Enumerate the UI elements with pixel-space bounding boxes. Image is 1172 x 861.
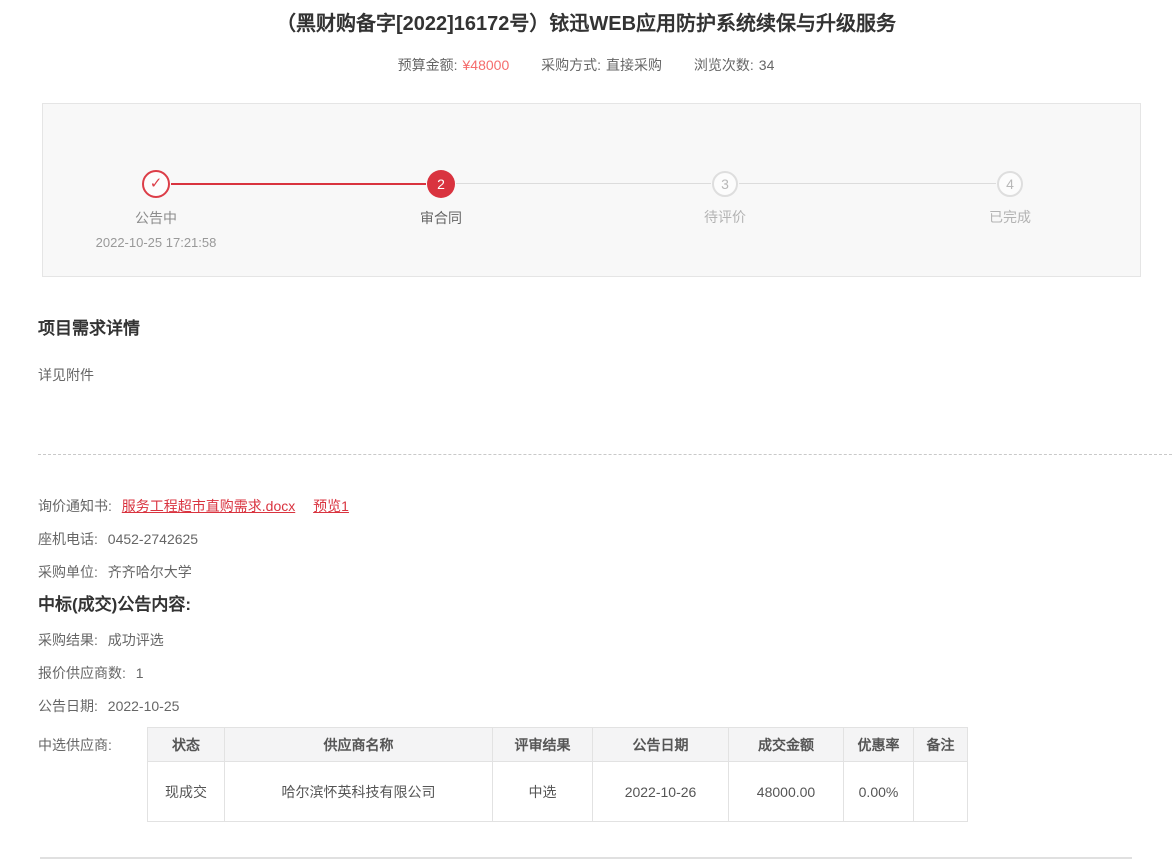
- suppliers-count-value: 1: [136, 665, 144, 681]
- views-value: 34: [759, 57, 775, 73]
- budget-meta: 预算金额: ¥48000: [398, 57, 514, 73]
- views-meta: 浏览次数: 34: [694, 57, 774, 73]
- announce-date-label: 公告日期:: [38, 698, 98, 714]
- table-header-row: 状态 供应商名称 评审结果 公告日期 成交金额 优惠率 备注: [148, 728, 968, 762]
- col-deal-amount: 成交金额: [729, 728, 844, 762]
- buyer-label: 采购单位:: [38, 564, 98, 580]
- step-label: 公告中: [66, 208, 246, 228]
- cell-remarks: [914, 762, 968, 822]
- dashed-divider: [38, 454, 1172, 455]
- step-date: 2022-10-25 17:21:58: [66, 235, 246, 250]
- cell-deal-amount: 48000.00: [729, 762, 844, 822]
- budget-value: ¥48000: [463, 57, 510, 73]
- budget-label: 预算金额:: [398, 57, 458, 73]
- phone-row: 座机电话: 0452-2742625: [38, 529, 1172, 549]
- winner-section: 中选供应商: 状态 供应商名称 评审结果 公告日期 成交金额 优惠率 备注 现成…: [38, 727, 1172, 822]
- views-label: 浏览次数:: [694, 57, 754, 73]
- step-completed: 4 已完成: [920, 170, 1100, 227]
- col-discount-rate: 优惠率: [844, 728, 914, 762]
- step-announced: ✓ 公告中 2022-10-25 17:21:58: [66, 170, 246, 250]
- col-supplier-name: 供应商名称: [225, 728, 493, 762]
- step-label: 待评价: [635, 207, 815, 227]
- step-contract-review: 2 审合同: [351, 170, 531, 228]
- col-review-result: 评审结果: [493, 728, 593, 762]
- supplier-table: 状态 供应商名称 评审结果 公告日期 成交金额 优惠率 备注 现成交 哈尔滨怀英…: [147, 727, 968, 822]
- method-meta: 采购方式: 直接采购: [541, 57, 666, 73]
- suppliers-count-label: 报价供应商数:: [38, 665, 126, 681]
- result-label: 采购结果:: [38, 632, 98, 648]
- col-status: 状态: [148, 728, 225, 762]
- progress-stepper: ✓ 公告中 2022-10-25 17:21:58 2 审合同 3 待评价 4 …: [42, 103, 1141, 277]
- notice-preview-link[interactable]: 预览1: [313, 498, 349, 514]
- phone-label: 座机电话:: [38, 531, 98, 547]
- phone-value: 0452-2742625: [108, 531, 198, 547]
- bottom-divider: [40, 857, 1132, 859]
- step-pending-evaluation: 3 待评价: [635, 170, 815, 227]
- col-announce-date: 公告日期: [593, 728, 729, 762]
- buyer-row: 采购单位: 齐齐哈尔大学: [38, 562, 1172, 582]
- suppliers-count-row: 报价供应商数: 1: [38, 663, 1172, 683]
- buyer-value: 齐齐哈尔大学: [108, 564, 192, 580]
- col-remarks: 备注: [914, 728, 968, 762]
- notice-label: 询价通知书:: [38, 498, 112, 514]
- cell-supplier-name: 哈尔滨怀英科技有限公司: [225, 762, 493, 822]
- page-title: （黑财购备字[2022]16172号）铱迅WEB应用防护系统续保与升级服务: [0, 0, 1172, 38]
- result-row: 采购结果: 成功评选: [38, 630, 1172, 650]
- cell-status: 现成交: [148, 762, 225, 822]
- notice-row: 询价通知书: 服务工程超市直购需求.docx 预览1: [38, 496, 1172, 516]
- result-value: 成功评选: [108, 632, 164, 648]
- step-number-badge: 2: [427, 170, 455, 198]
- award-heading: 中标(成交)公告内容:: [38, 594, 1172, 616]
- cell-announce-date: 2022-10-26: [593, 762, 729, 822]
- step-number-badge: 4: [997, 171, 1023, 197]
- announce-date-value: 2022-10-25: [108, 698, 180, 714]
- step-number-badge: 3: [712, 171, 738, 197]
- cell-discount-rate: 0.00%: [844, 762, 914, 822]
- cell-review-result: 中选: [493, 762, 593, 822]
- requirements-heading: 项目需求详情: [38, 318, 1172, 340]
- method-label: 采购方式:: [541, 57, 601, 73]
- requirements-body: 详见附件: [38, 365, 1172, 385]
- table-row: 现成交 哈尔滨怀英科技有限公司 中选 2022-10-26 48000.00 0…: [148, 762, 968, 822]
- check-icon: ✓: [142, 170, 170, 198]
- step-label: 已完成: [920, 207, 1100, 227]
- step-label: 审合同: [351, 208, 531, 228]
- announce-date-row: 公告日期: 2022-10-25: [38, 696, 1172, 716]
- notice-file-link[interactable]: 服务工程超市直购需求.docx: [122, 498, 295, 514]
- method-value: 直接采购: [606, 57, 662, 73]
- winner-label: 中选供应商:: [38, 727, 147, 755]
- meta-row: 预算金额: ¥48000 采购方式: 直接采购 浏览次数: 34: [0, 55, 1172, 75]
